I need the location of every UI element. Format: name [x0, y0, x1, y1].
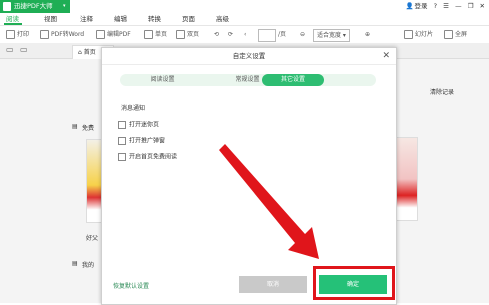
double-page-label: 双页: [187, 31, 200, 38]
settings-tabs: 阅读设置 常规设置 其它设置: [120, 74, 376, 86]
option-promo-popup[interactable]: 打开推广弹窗: [118, 137, 165, 145]
checkbox-promo-popup[interactable]: [118, 137, 126, 145]
checkbox-free-reading[interactable]: [118, 153, 126, 161]
home-icon: ⌂: [78, 49, 82, 56]
menu-bar: 阅读 视图 注释 编辑 转换 页面 高级: [0, 13, 489, 25]
page-suffix: /页: [278, 31, 287, 38]
custom-settings-dialog: 自定义设置 ✕ 阅读设置 常规设置 其它设置 消息通知 打开迷你页 打开推广弹窗…: [101, 47, 397, 305]
maximize-icon[interactable]: ❐: [468, 1, 474, 12]
single-page-label: 单页: [155, 31, 168, 38]
prev-page-icon[interactable]: ‹: [244, 26, 246, 43]
toolbar: 打印 PDF转Word 编辑PDF 单页 双页 ⟲ ⟳ ‹ /页 ⊖ 适合宽度 …: [0, 25, 489, 44]
word-icon: [40, 30, 49, 39]
folder-icon[interactable]: ▭: [6, 45, 14, 54]
close-icon[interactable]: ✕: [382, 48, 390, 64]
edit-pdf-label: 编辑PDF: [107, 31, 131, 38]
tab-other-settings[interactable]: 其它设置: [262, 74, 324, 86]
title-bar-controls: 👤登录 ? ☰ — ❐ ✕: [401, 1, 485, 12]
double-page-icon: [176, 30, 185, 39]
menu-convert[interactable]: 转换: [148, 13, 161, 25]
menu-view[interactable]: 视图: [44, 13, 57, 25]
rotate-left-icon[interactable]: ⟲: [214, 26, 219, 43]
menu-annotate[interactable]: 注释: [80, 13, 93, 25]
edit-pdf-button[interactable]: 编辑PDF: [96, 26, 131, 43]
app-name: 迅捷PDF大师: [14, 2, 53, 10]
chevron-down-icon[interactable]: ▾: [63, 0, 66, 13]
cancel-button[interactable]: 取消: [239, 276, 307, 293]
slideshow-label: 幻灯片: [415, 31, 434, 38]
minimize-icon[interactable]: —: [455, 1, 462, 12]
book-caption: 好父: [86, 235, 99, 242]
fullscreen-icon: [444, 30, 453, 39]
option-mini-page[interactable]: 打开迷你页: [118, 121, 159, 129]
zoom-out-icon[interactable]: ⊖: [300, 26, 305, 43]
restore-defaults-link[interactable]: 恢复默认设置: [113, 281, 149, 290]
page-number-input[interactable]: [258, 29, 276, 42]
option-free-reading[interactable]: 开启首页免费阅读: [118, 153, 177, 161]
rotate-right-icon[interactable]: ⟳: [228, 26, 233, 43]
user-icon[interactable]: 👤: [405, 1, 413, 12]
help-icon[interactable]: ?: [434, 1, 437, 12]
tab-home-label: 首页: [83, 49, 96, 56]
fullscreen-button[interactable]: 全屏: [444, 26, 467, 43]
section-title: 消息通知: [121, 105, 146, 112]
ok-button[interactable]: 确定: [319, 275, 387, 294]
tab-reading-settings[interactable]: 阅读设置: [120, 74, 205, 86]
app-logo-icon: [3, 2, 11, 11]
zoom-in-icon[interactable]: ⊕: [365, 26, 370, 43]
print-label: 打印: [17, 31, 30, 38]
menu-edit[interactable]: 编辑: [114, 13, 127, 25]
pdf-to-word-label: PDF转Word: [51, 31, 85, 38]
login-link[interactable]: 登录: [415, 1, 428, 12]
book-icon: ▤: [72, 123, 78, 130]
menu-page[interactable]: 页面: [182, 13, 195, 25]
print-icon: [6, 30, 15, 39]
clear-records-link[interactable]: 清除记录: [430, 87, 454, 96]
fullscreen-label: 全屏: [455, 31, 468, 38]
dialog-title: 自定义设置: [102, 48, 396, 65]
close-window-icon[interactable]: ✕: [480, 1, 485, 12]
recent-label: 免费: [82, 125, 95, 132]
print-button[interactable]: 打印: [6, 26, 29, 43]
checkbox-mini-page[interactable]: [118, 121, 126, 129]
fit-width-label: 适合宽度: [317, 32, 342, 39]
app-tab[interactable]: 迅捷PDF大师 ▾: [0, 0, 70, 13]
option-promo-popup-label: 打开推广弹窗: [129, 137, 166, 145]
book-cover-right[interactable]: [394, 137, 418, 221]
option-free-reading-label: 开启首页免费阅读: [129, 153, 178, 161]
single-page-icon: [144, 30, 153, 39]
slideshow-icon: [404, 30, 413, 39]
fit-width-select[interactable]: 适合宽度 ▾: [313, 29, 350, 42]
single-page-button[interactable]: 单页: [144, 26, 167, 43]
my-books-icon: ▤: [72, 260, 78, 267]
pdf-to-word-button[interactable]: PDF转Word: [40, 26, 84, 43]
double-page-button[interactable]: 双页: [176, 26, 199, 43]
menu-icon[interactable]: ☰: [443, 1, 449, 12]
option-mini-page-label: 打开迷你页: [129, 121, 160, 129]
title-bar: 迅捷PDF大师 ▾ 👤登录 ? ☰ — ❐ ✕: [0, 0, 489, 13]
my-books-label: 我的: [82, 262, 95, 269]
recent-icon[interactable]: ▭: [20, 45, 28, 54]
menu-advanced[interactable]: 高级: [216, 13, 229, 25]
slideshow-button[interactable]: 幻灯片: [404, 26, 433, 43]
edit-icon: [96, 30, 105, 39]
